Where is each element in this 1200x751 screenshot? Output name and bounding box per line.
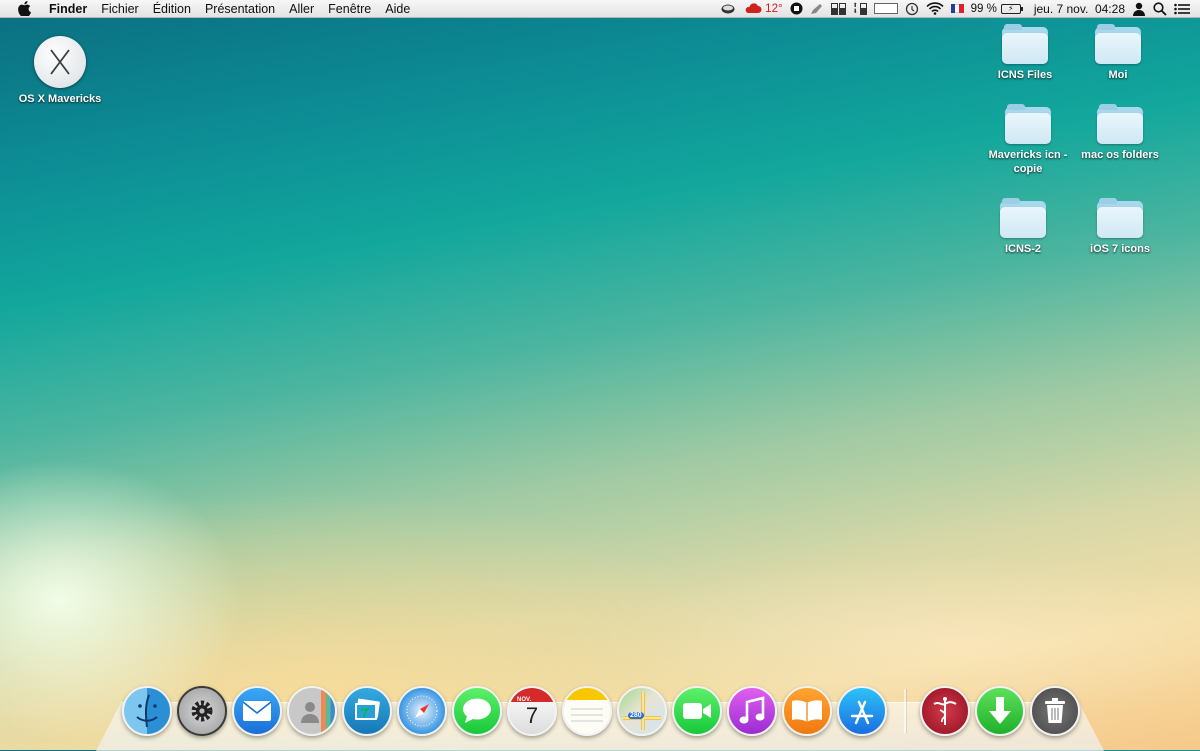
folder-icon (1097, 198, 1143, 238)
menu-aller[interactable]: Aller (282, 0, 321, 18)
desktop-item-label: ICNS Files (997, 69, 1053, 81)
dock-system-preferences-icon[interactable] (177, 686, 227, 736)
menu-presentation[interactable]: Présentation (198, 0, 282, 18)
desktop-item-os-x-mavericks[interactable]: OS X Mavericks (12, 36, 108, 106)
desktop-item-label: OS X Mavericks (18, 93, 102, 105)
coffee-cup-icon[interactable] (721, 0, 737, 18)
dock-mail-icon[interactable] (232, 686, 282, 736)
flag-france-icon[interactable] (950, 0, 964, 18)
battery-percent: 99 % (970, 2, 997, 15)
dock-trash-icon[interactable] (1030, 686, 1080, 736)
menu-edition[interactable]: Édition (146, 0, 198, 18)
dock-facetime-icon[interactable] (672, 686, 722, 736)
dock-disk-utility-icon[interactable] (920, 686, 970, 736)
desktop-item-label: iOS 7 icons (1090, 243, 1150, 255)
desktop-item-label: Mavericks icn - copie (988, 149, 1068, 175)
desktop-item-label: Moi (1108, 69, 1128, 81)
folder-icon (1095, 24, 1141, 64)
battery-icon: ⚡ (1000, 3, 1023, 14)
desktop-folder-mavericks-icn-copie[interactable]: Mavericks icn - copie (980, 100, 1076, 176)
apple-logo-icon[interactable] (16, 1, 32, 16)
dock-ibooks-icon[interactable] (782, 686, 832, 736)
folder-icon (1002, 24, 1048, 64)
clock[interactable]: jeu. 7 nov. 04:28 (1034, 0, 1125, 18)
menu-fichier[interactable]: Fichier (94, 0, 146, 18)
user-icon[interactable] (1132, 0, 1146, 18)
stop-icon[interactable] (790, 0, 803, 18)
dock-separator (904, 689, 906, 733)
network-meter-icon[interactable]: ⬆ ⬇ (853, 0, 867, 18)
dock-iphoto-icon[interactable] (342, 686, 392, 736)
dock-maps-icon[interactable]: 280 (617, 686, 667, 736)
menu-aide[interactable]: Aide (378, 0, 417, 18)
dock-safari-icon[interactable] (397, 686, 447, 736)
desktop-folder-icns-files[interactable]: ICNS Files (977, 20, 1073, 82)
memory-meter-icon[interactable] (873, 0, 898, 18)
menu-bar: Finder Fichier Édition Présentation Alle… (0, 0, 1200, 18)
spotlight-icon[interactable] (1153, 0, 1167, 18)
notification-center-icon[interactable] (1174, 0, 1190, 18)
time-machine-icon[interactable] (905, 0, 919, 18)
desktop-folder-ios-7-icons[interactable]: iOS 7 icons (1072, 194, 1168, 256)
dock-app-store-icon[interactable] (837, 686, 887, 736)
folder-icon (1097, 104, 1143, 144)
dock-finder-icon[interactable] (122, 686, 172, 736)
wifi-icon[interactable] (926, 0, 944, 18)
dock-notes-icon[interactable] (562, 686, 612, 736)
weather-widget[interactable]: 12° (744, 0, 783, 18)
pen-icon[interactable] (810, 0, 824, 18)
menu-finder[interactable]: Finder (42, 0, 94, 18)
dock-contacts-icon[interactable] (287, 686, 337, 736)
menu-fenetre[interactable]: Fenêtre (321, 0, 378, 18)
dock-messages-icon[interactable] (452, 686, 502, 736)
desktop-item-label: mac os folders (1081, 149, 1159, 161)
desktop-folder-icns-2[interactable]: ICNS-2 (975, 194, 1071, 256)
dock: NOV. 7 280 (122, 684, 1085, 738)
desktop-folder-moi[interactable]: Moi (1070, 20, 1166, 82)
desktop-folder-mac-os-folders[interactable]: mac os folders (1072, 100, 1168, 162)
cpu-meter-icon[interactable] (830, 0, 846, 18)
os-x-disk-icon (34, 36, 86, 88)
battery-status[interactable]: 99 % ⚡ (970, 0, 1023, 18)
desktop-item-label: ICNS-2 (1004, 243, 1042, 255)
maps-route-label: 280 (628, 712, 644, 719)
temperature-label: 12° (765, 2, 783, 15)
dock-downloads-icon[interactable] (975, 686, 1025, 736)
calendar-day-label: 7 (525, 703, 539, 728)
dock-calendar-icon[interactable]: NOV. 7 (507, 686, 557, 736)
folder-icon (1005, 104, 1051, 144)
dock-itunes-icon[interactable] (727, 686, 777, 736)
cloud-icon (745, 3, 762, 13)
folder-icon (1000, 198, 1046, 238)
